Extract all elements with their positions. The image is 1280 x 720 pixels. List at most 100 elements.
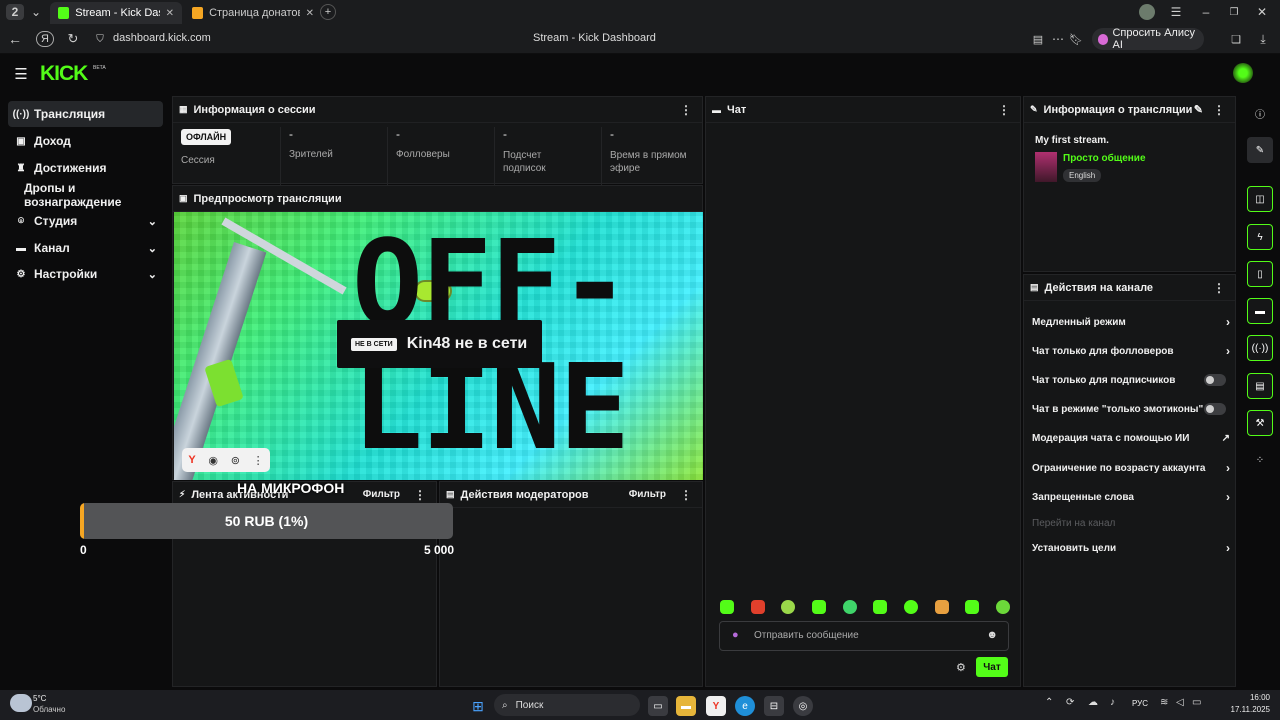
yandex-icon[interactable]: Y <box>188 454 195 466</box>
nodes-icon[interactable]: ⁘ <box>1247 447 1273 473</box>
action-slow-mode[interactable]: Медленный режим › <box>1032 309 1230 335</box>
restore-icon[interactable]: ❐ <box>1226 4 1242 20</box>
clock-date[interactable]: 17.11.2025 <box>1206 705 1270 714</box>
close-icon[interactable]: ✕ <box>306 8 314 19</box>
tray-language[interactable]: РУС <box>1132 699 1148 708</box>
sidebar-item-settings[interactable]: ⚙ Настройки ⌄ <box>8 261 163 287</box>
yandex-browser-icon[interactable]: Y <box>706 696 726 716</box>
emote-icon[interactable] <box>903 600 918 614</box>
edit-pencil-icon[interactable]: ✎ <box>1194 103 1203 116</box>
emote-icon[interactable] <box>842 600 857 614</box>
info-icon[interactable]: ⓘ <box>1247 100 1273 126</box>
emotes-only-toggle[interactable] <box>1204 403 1226 415</box>
emote-icon[interactable] <box>750 600 765 614</box>
reader-icon[interactable]: ▤ <box>1030 31 1046 47</box>
action-ai-moderation[interactable]: Модерация чата с помощью ИИ ↗ <box>1032 425 1230 451</box>
lens-icon[interactable]: ⊚ <box>231 454 240 467</box>
tab-counter[interactable]: 2 <box>6 4 24 20</box>
tray-mic-icon[interactable]: ♪ <box>1110 697 1115 708</box>
action-set-goals[interactable]: Установить цели › <box>1032 535 1230 561</box>
windows-start-icon[interactable]: ⊞ <box>468 696 488 716</box>
more-vertical-icon[interactable]: ⋮ <box>998 103 1010 117</box>
sidebar-item-revenue[interactable]: ▣ Доход <box>8 128 163 154</box>
sidebar-item-channel[interactable]: ▬ Канал ⌄ <box>8 235 163 261</box>
wifi-icon[interactable]: ≋ <box>1160 697 1168 708</box>
store-icon[interactable]: ⊟ <box>764 696 784 716</box>
battery-icon[interactable]: ▭ <box>1192 697 1201 708</box>
more-vertical-icon[interactable]: ⋮ <box>1213 103 1225 117</box>
more-vertical-icon[interactable]: ⋮ <box>680 488 692 502</box>
wrench-icon[interactable]: ⚒ <box>1247 410 1273 436</box>
focus-icon[interactable]: ◫ <box>1247 186 1273 212</box>
emote-icon[interactable] <box>965 600 980 614</box>
tab-donations[interactable]: Страница донатов - Dona ✕ <box>184 2 322 24</box>
download-icon[interactable]: ⤓ <box>1255 31 1271 47</box>
tray-chevron-icon[interactable]: ⌃ <box>1045 697 1053 708</box>
collections-icon[interactable]: ❏ <box>1228 31 1244 47</box>
action-account-age[interactable]: Ограничение по возрасту аккаунта › <box>1032 455 1230 481</box>
chat-settings-gear-icon[interactable]: ⚙ <box>956 661 966 674</box>
more-vertical-icon[interactable]: ⋮ <box>253 454 264 467</box>
mic-icon[interactable]: ● <box>732 629 739 641</box>
app-icon[interactable]: ◎ <box>793 696 813 716</box>
document-icon[interactable]: ▯ <box>1247 261 1273 287</box>
sidebar-item-broadcast[interactable]: ((·)) Трансляция <box>8 101 163 127</box>
more-dots-icon[interactable]: ⋯ <box>1050 31 1066 47</box>
edit-pencil-icon[interactable]: ✎ <box>1247 137 1273 163</box>
more-vertical-icon[interactable]: ⋮ <box>680 103 692 117</box>
chevron-right-icon: › <box>1226 344 1230 358</box>
emote-icon[interactable] <box>781 600 796 614</box>
tab-kick-dashboard[interactable]: Stream - Kick Dashboard ✕ <box>50 2 182 24</box>
emote-icon[interactable] <box>934 600 949 614</box>
chat-send-button[interactable]: Чат <box>976 657 1008 677</box>
tray-sync-icon[interactable]: ⟳ <box>1066 697 1074 708</box>
close-window-icon[interactable]: ✕ <box>1254 4 1270 20</box>
user-avatar[interactable] <box>1233 63 1253 83</box>
sidebar-item-achievements[interactable]: ♜ Достижения <box>8 155 163 181</box>
bookmark-icon[interactable]: 🔖︎ <box>1068 31 1084 47</box>
subscribers-only-toggle[interactable] <box>1204 374 1226 386</box>
action-banned-words[interactable]: Запрещенные слова › <box>1032 484 1230 510</box>
new-tab-plus-icon[interactable]: + <box>320 4 336 20</box>
menu-icon[interactable]: ☰ <box>1168 4 1184 20</box>
tab-list-chevron-icon[interactable]: ⌄ <box>28 4 44 20</box>
shield-icon[interactable]: ⛉ <box>92 31 108 47</box>
close-icon[interactable]: ✕ <box>166 8 174 19</box>
clock-time[interactable]: 16:00 <box>1226 693 1270 702</box>
filter-button[interactable]: Фильтр <box>629 489 666 500</box>
volume-icon[interactable]: ◁ <box>1176 697 1184 708</box>
url-text[interactable]: dashboard.kick.com <box>113 32 211 44</box>
emote-icon[interactable] <box>720 600 734 614</box>
yandex-icon[interactable]: Я <box>36 31 54 47</box>
edge-icon[interactable]: e <box>735 696 755 716</box>
lightning-icon[interactable]: ϟ <box>1247 224 1273 250</box>
profile-avatar[interactable] <box>1139 4 1155 20</box>
action-followers-only[interactable]: Чат только для фолловеров › <box>1032 338 1230 364</box>
sidebar-item-drops[interactable]: Дропы и вознаграждение <box>8 181 163 209</box>
back-arrow-icon[interactable]: ← <box>6 31 24 47</box>
chat-bubble-icon[interactable]: ▬ <box>1247 298 1273 324</box>
emoji-icon[interactable]: ☻ <box>986 629 998 641</box>
eye-icon[interactable]: ◉ <box>208 454 218 467</box>
emote-icon[interactable] <box>811 600 826 614</box>
minimize-icon[interactable]: – <box>1198 4 1214 20</box>
chat-input[interactable]: ● Отправить сообщение ☻ <box>719 621 1009 651</box>
weather-cloud-icon[interactable] <box>10 694 32 712</box>
kick-logo[interactable]: KICK <box>40 62 88 86</box>
chevron-right-icon: › <box>1226 315 1230 329</box>
category-link[interactable]: Просто общение <box>1063 153 1146 164</box>
reload-icon[interactable]: ↻ <box>64 31 82 47</box>
ask-alice-button[interactable]: Спросить Алису AI <box>1092 27 1204 51</box>
taskbar-search[interactable]: ⌕ Поиск <box>494 694 640 716</box>
file-explorer-icon[interactable]: ▬ <box>676 696 696 716</box>
tray-cloud-icon[interactable]: ☁ <box>1088 697 1098 708</box>
more-vertical-icon[interactable]: ⋮ <box>1213 281 1225 295</box>
action-go-to-channel[interactable]: Перейти на канал <box>1032 510 1228 536</box>
emote-icon[interactable] <box>995 600 1010 614</box>
hamburger-menu-icon[interactable]: ☰ <box>12 66 30 83</box>
emote-icon[interactable] <box>873 600 888 614</box>
moderation-icon[interactable]: ▤ <box>1247 373 1273 399</box>
sidebar-item-studio[interactable]: ⌾ Студия ⌄ <box>8 208 163 234</box>
task-view-icon[interactable]: ▭ <box>648 696 668 716</box>
broadcast-icon[interactable]: ((·)) <box>1247 335 1273 361</box>
